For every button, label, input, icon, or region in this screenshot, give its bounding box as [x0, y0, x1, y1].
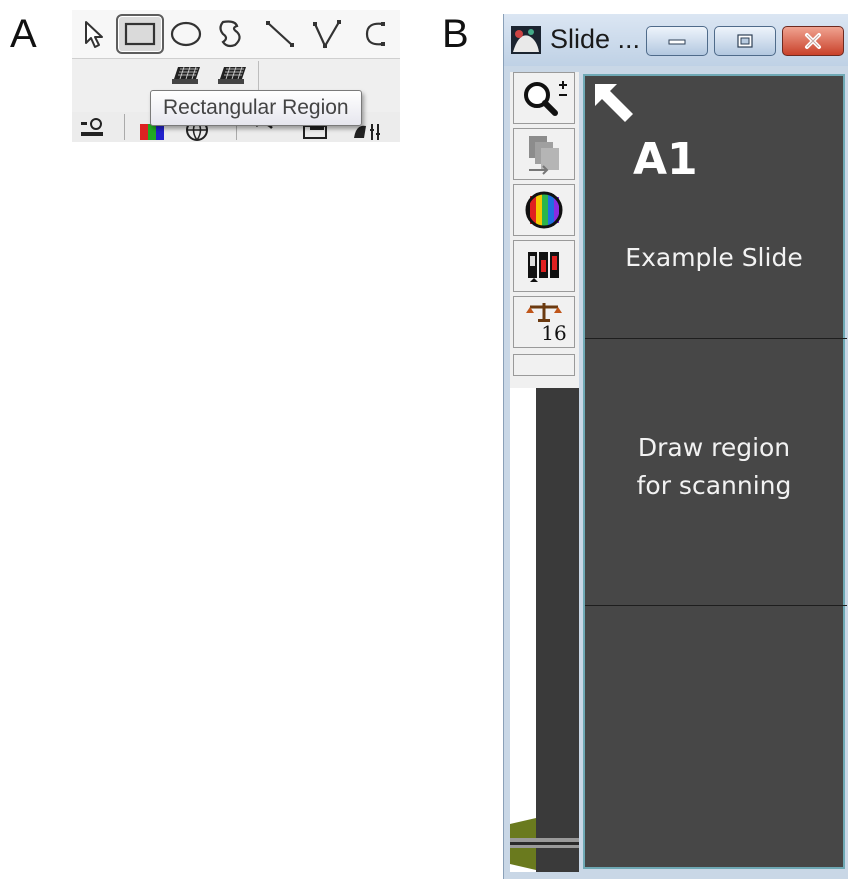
minimize-button[interactable] [646, 26, 708, 56]
color-wheel-icon [525, 191, 563, 229]
scale-button[interactable]: 16 [513, 296, 575, 348]
grid-tool-icon[interactable] [170, 65, 204, 87]
arc-icon [365, 22, 385, 46]
arc-tool-button[interactable] [356, 14, 396, 54]
pointer-tool-button[interactable] [74, 14, 114, 54]
maximize-button[interactable] [714, 26, 776, 56]
polyline-icon [313, 20, 341, 49]
arrow-cursor-icon [595, 84, 633, 122]
slide-divider-2 [585, 605, 847, 606]
instruction-line-2: for scanning [636, 471, 792, 500]
panel-a-label: A [10, 12, 37, 56]
transfer-button[interactable] [513, 128, 575, 180]
close-icon [805, 33, 821, 49]
freehand-tool-button[interactable] [210, 14, 250, 54]
slide-transfer-icon [529, 136, 559, 175]
toolbar-spacer-button[interactable] [513, 354, 575, 376]
channel-bars-icon [528, 252, 559, 282]
slide-divider-1 [585, 338, 847, 339]
magnifier-plus-minus-icon [524, 81, 567, 116]
window-title: Slide ... [550, 24, 641, 54]
slide-window: Slide ... 16 A1 Example Slide Draw regio… [503, 14, 848, 879]
slide-viewer[interactable]: A1 Example Slide Draw region for scannin… [583, 74, 847, 869]
panel-b-label: B [442, 12, 469, 56]
slide-overview-strip[interactable] [536, 388, 579, 872]
freehand-region-icon [219, 20, 241, 48]
balance-scale-icon [526, 303, 562, 322]
polyline-tool-button[interactable] [308, 14, 348, 54]
rectangular-region-button[interactable] [116, 14, 164, 54]
arrow-pointer-icon [85, 21, 103, 48]
zoom-button[interactable] [513, 72, 575, 124]
scroll-thumb-icon[interactable] [510, 814, 579, 872]
maximize-icon [737, 34, 753, 48]
slide-toolbar: 16 [510, 72, 579, 872]
grid-tool-2-icon[interactable] [216, 65, 250, 87]
tooltip: Rectangular Region [150, 90, 362, 126]
scale-value: 16 [541, 321, 567, 345]
panel-a-toolbar-crop: Rectangular Region [72, 10, 400, 142]
line-tool-button[interactable] [260, 14, 300, 54]
close-button[interactable] [782, 26, 844, 56]
slide-position-label: A1 [633, 134, 698, 185]
settings-grid-icon[interactable] [78, 116, 108, 142]
ellipse-tool-button[interactable] [166, 14, 206, 54]
minimize-icon [668, 39, 686, 45]
drawing-tools-row [72, 10, 400, 58]
color-button[interactable] [513, 184, 575, 236]
toolbar-separator-2 [124, 114, 125, 140]
line-icon [266, 21, 294, 47]
slide-name: Example Slide [625, 243, 803, 272]
instruction-line-1: Draw region [637, 433, 791, 462]
window-title-bar[interactable]: Slide ... [504, 14, 848, 66]
rectangle-icon [124, 22, 156, 46]
ellipse-icon [170, 21, 202, 47]
channels-button[interactable] [513, 240, 575, 292]
slide-app-icon [511, 26, 541, 54]
